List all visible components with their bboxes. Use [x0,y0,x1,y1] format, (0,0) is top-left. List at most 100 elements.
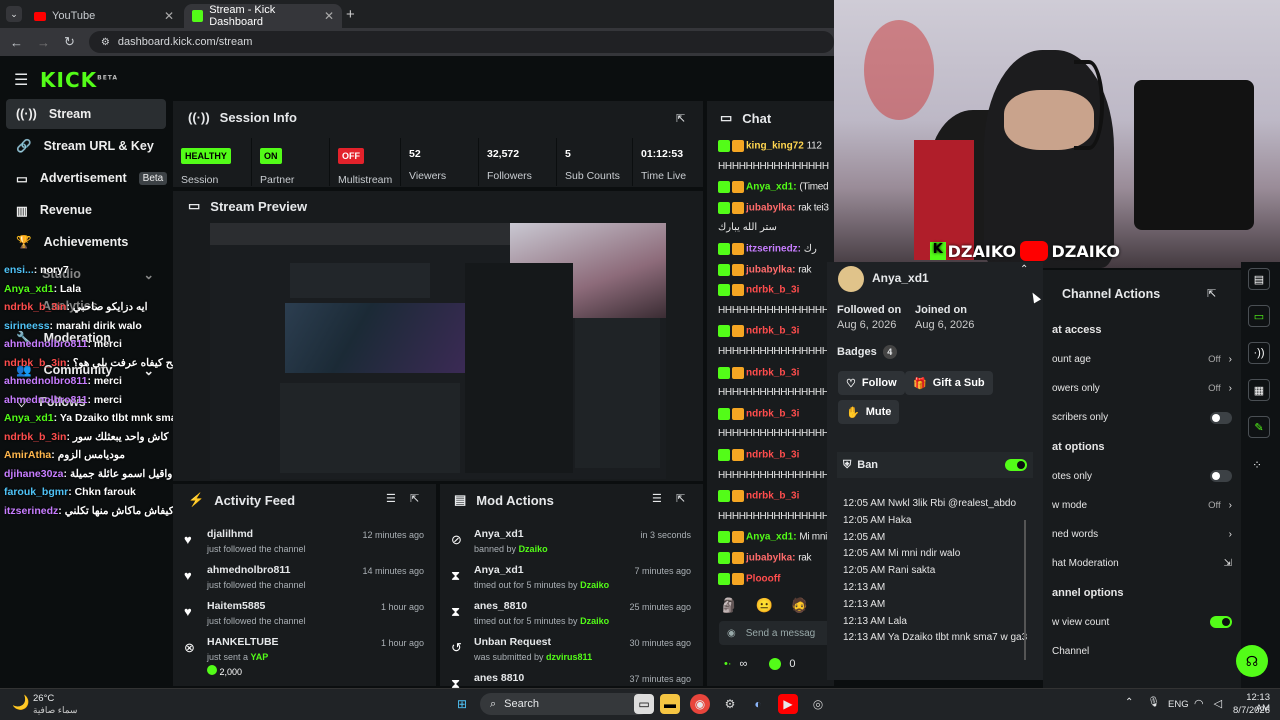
channel-action-row[interactable]: ned words › [1052,520,1232,548]
mod-action-row[interactable]: ⧗ Anya_xd1 timed out for 5 minutes by Dz… [443,562,701,598]
activity-row[interactable]: ♥ ahmednolbro811 just followed the chann… [176,562,434,598]
emote-icon[interactable]: 🧔 [791,597,808,617]
steam-icon[interactable]: ◐ [748,694,768,714]
filter-icon[interactable]: ☰ [652,492,662,505]
app-icon[interactable]: ⚙ [720,694,740,714]
popup-username[interactable]: Anya_xd1 [872,271,929,285]
chat-username[interactable]: ensi... [4,264,34,276]
help-icon[interactable]: ☊ [1236,645,1268,677]
mod-by[interactable]: Dzaiko [580,616,609,626]
mod-target[interactable]: Anya_xd1 [474,564,524,576]
activity-row[interactable]: ♥ Haitem5885 just followed the channel 1… [176,598,434,634]
chat-username[interactable]: jubabylka: [746,553,795,564]
mod-target[interactable]: Unban Request [474,636,551,648]
taskbar-search[interactable]: ⌕ Search [480,693,650,715]
chat-username[interactable]: ndrbk_b_3i [746,491,799,502]
chat-username[interactable]: djihane30za [4,468,64,480]
channel-action-row[interactable]: w mode Off › [1052,491,1232,519]
chat-username[interactable]: Ploooff [746,573,780,584]
activity-row[interactable]: ♥ djalilhmd just followed the channel 12… [176,526,434,562]
mod-target[interactable]: anes_8810 [474,600,527,612]
grid-icon[interactable]: ▦ [1248,379,1270,401]
mod-by[interactable]: dzvirus811 [546,652,592,662]
tab-youtube[interactable]: YouTube ✕ [26,4,182,28]
chat-username[interactable]: ndrbk_b_3in [4,301,66,313]
channel-action-row[interactable]: Channel [1052,637,1232,665]
sidebar-item-advertisement[interactable]: ▭ Advertisement Beta [6,163,168,193]
wrench-icon[interactable]: ✎ [1248,416,1270,438]
history-scrollbar[interactable] [1024,520,1026,660]
sidebar-item-revenue[interactable]: ▥ Revenue [6,195,166,225]
popout-icon[interactable]: ⇱ [1207,287,1216,300]
obs-icon[interactable]: ◎ [808,694,828,714]
channel-action-row[interactable]: owers only Off › [1052,374,1232,402]
kick-logo[interactable]: KICKBETA [40,68,118,92]
chat-username[interactable]: sirineess [4,320,50,332]
chat-username[interactable]: ndrbk_b_3i [746,367,799,378]
chat-input[interactable]: ◉ Send a messag [719,621,834,645]
mod-by[interactable]: Dzaiko [519,544,548,554]
channel-action-row[interactable]: w view count [1052,608,1232,636]
gift-sub-button[interactable]: 🎁 Gift a Sub [905,371,993,395]
forward-icon[interactable]: → [37,35,50,50]
mod-action-row[interactable]: ⧗ anes_8810 timed out for 5 minutes by D… [443,598,701,634]
chevron-up-icon[interactable]: ⌃ [1020,264,1028,275]
mod-action-row[interactable]: ↺ Unban Request was submitted by dzvirus… [443,634,701,670]
emote-icon[interactable]: 😐 [755,597,772,617]
chat-username[interactable]: AmirAtha [4,449,51,461]
filter-icon[interactable]: ☰ [386,492,396,505]
broadcast-icon[interactable]: ·)) [1248,342,1270,364]
mod-by[interactable]: Dzaiko [580,580,609,590]
chat-username[interactable]: Anya_xd1: [746,182,797,193]
tab-kick-dashboard[interactable]: Stream - Kick Dashboard ✕ [184,4,342,28]
close-tab-icon[interactable]: ✕ [164,9,174,23]
activity-user[interactable]: HANKELTUBE [207,636,279,648]
channel-action-row[interactable]: scribers only [1052,404,1232,432]
mod-target[interactable]: Anya_xd1 [474,528,524,540]
document-icon[interactable]: ▤ [1248,268,1270,290]
popout-icon[interactable]: ⇱ [676,112,685,125]
chat-username[interactable]: ndrbk_b_3in [4,357,66,369]
chat-username[interactable]: ndrbk_b_3in [4,431,66,443]
chat-username[interactable]: king_king72 [746,141,804,152]
chrome-icon[interactable]: ◉ [690,694,710,714]
chat-username[interactable]: itzserinedz: [746,244,801,255]
ban-toggle[interactable] [1005,459,1027,471]
menu-icon[interactable]: ☰ [14,70,28,90]
mod-action-row[interactable]: ⊘ Anya_xd1 banned by Dzaiko in 3 seconds [443,526,701,562]
chat-username[interactable]: ahmednolbro811 [4,338,87,350]
settings-icon[interactable]: •· [724,658,732,670]
chat-username[interactable]: jubabylka: [746,202,795,213]
activity-user[interactable]: Haitem5885 [207,600,265,612]
mute-button[interactable]: ✋ Mute [838,400,900,424]
new-tab-button[interactable]: + [346,6,355,23]
task-view-icon[interactable]: ▭ [634,694,654,714]
ban-row[interactable]: ⛨ Ban [837,452,1033,478]
chat-username[interactable]: ndrbk_b_3i [746,450,799,461]
activity-user[interactable]: djalilhmd [207,528,253,540]
popout-icon[interactable]: ⇱ [410,492,419,505]
chat-username[interactable]: itzserinedz [4,505,58,517]
reload-icon[interactable]: ↻ [64,34,75,50]
weather-icon[interactable]: 🌙 [12,694,29,711]
sidebar-item-stream[interactable]: ((·)) Stream [6,99,166,129]
site-info-icon[interactable]: ⚙ [101,37,110,48]
chevron-up-icon[interactable]: ⌃ [1125,697,1133,708]
sidebar-item-stream-url-key[interactable]: 🔗 Stream URL & Key [6,131,166,161]
chat-username[interactable]: jubabylka: [746,264,795,275]
stream-preview-video[interactable] [210,223,666,479]
windows-start-icon[interactable]: ⊞ [452,694,472,714]
chat-username[interactable]: Anya_xd1: [746,532,797,543]
activity-row[interactable]: ⊗ HANKELTUBE just sent a YAP 2,000 1 hou… [176,634,434,680]
chat-icon[interactable]: ▭ [1248,305,1270,327]
mic-icon[interactable]: 🎙 [1147,697,1160,708]
file-explorer-icon[interactable]: ▬ [660,694,680,714]
activity-user[interactable]: ahmednolbro811 [207,564,290,576]
back-icon[interactable]: ← [10,35,23,50]
wifi-icon[interactable]: ◠ [1194,697,1204,710]
chat-username[interactable]: ndrbk_b_3i [746,408,799,419]
apps-icon[interactable]: ⁘ [1252,458,1262,472]
emote-icon[interactable]: 🗿 [720,597,737,617]
channel-action-row[interactable]: ount age Off › [1052,345,1232,373]
mod-target[interactable]: anes 8810 [474,672,524,684]
